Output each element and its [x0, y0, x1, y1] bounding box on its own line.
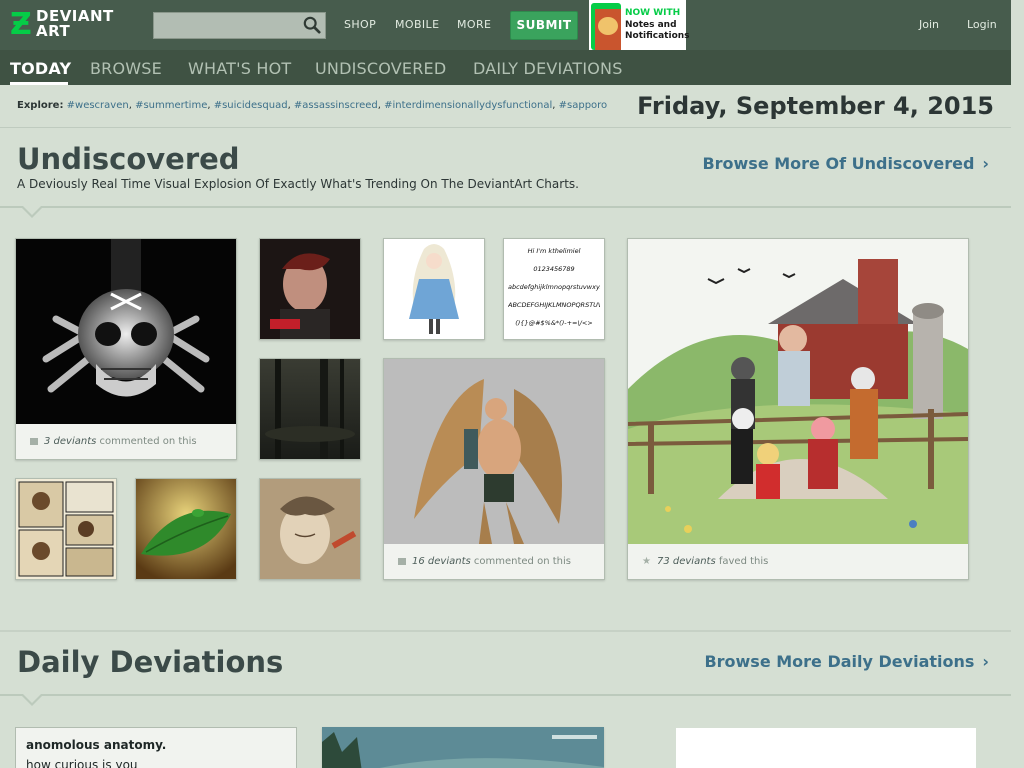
deviation-thumbnail[interactable] [260, 479, 360, 579]
logo-text-bottom: ART [36, 22, 71, 40]
section-nav: TODAY BROWSE WHAT'S HOT UNDISCOVERED DAI… [0, 50, 1011, 85]
undiscovered-subtitle: A Deviously Real Time Visual Explosion O… [17, 177, 579, 191]
card-action: faved this [718, 556, 769, 567]
browse-more-undiscovered-label: Browse More Of Undiscovered [702, 154, 975, 173]
divider-notch [21, 206, 43, 218]
tab-browse[interactable]: BROWSE [90, 59, 162, 78]
card-action: commented on this [99, 436, 197, 447]
deviantart-logo[interactable]: Ƶ DEVIANT ART [10, 8, 130, 42]
join-link[interactable]: Join [919, 18, 939, 31]
deviation-card[interactable]: 16 deviants commented on this [383, 358, 605, 580]
font-sample-line: 0123456789 [533, 265, 575, 273]
comment-icon [30, 437, 38, 445]
deviation-thumbnail[interactable] [384, 359, 604, 544]
search-icon[interactable] [303, 16, 321, 34]
deviation-thumbnail[interactable] [322, 727, 604, 768]
search-input[interactable] [153, 12, 326, 39]
daily-deviation-card[interactable] [676, 728, 976, 768]
explore-tag[interactable]: #summertime [135, 100, 207, 111]
page-date: Friday, September 4, 2015 [637, 92, 994, 120]
submit-button[interactable]: SUBMIT [510, 11, 578, 40]
star-icon: ★ [642, 556, 651, 567]
deviation-thumbnail[interactable] [260, 239, 360, 339]
browse-more-daily-label: Browse More Daily Deviations [704, 652, 975, 671]
undiscovered-title: Undiscovered [17, 142, 240, 176]
card-stats: 3 deviants commented on this [16, 424, 236, 459]
top-header: Ƶ DEVIANT ART SHOP MOBILE MORE SUBMIT NO… [0, 0, 1011, 50]
explore-tag[interactable]: #sapporo [559, 100, 608, 111]
explore-tag[interactable]: #wescraven [67, 100, 129, 111]
tab-daily-deviations[interactable]: DAILY DEVIATIONS [473, 59, 623, 78]
explore-tags: Explore: #wescraven, #summertime, #suici… [17, 100, 608, 111]
deviation-thumbnail[interactable] [628, 239, 968, 544]
card-action: commented on this [473, 556, 571, 567]
deviation-card[interactable] [259, 478, 361, 580]
deviation-thumbnail[interactable] [136, 479, 236, 579]
promo-line-2: Notifications [625, 31, 690, 41]
section-divider [0, 694, 1011, 696]
deviation-thumbnail[interactable] [384, 239, 484, 339]
explore-tag[interactable]: #interdimensionallydysfunctional [384, 100, 552, 111]
deviation-card[interactable] [15, 478, 117, 580]
section-divider [0, 206, 1011, 208]
daily-deviation-card[interactable]: anomolous anatomy. how curious is you [15, 727, 297, 768]
deviation-title[interactable]: anomolous anatomy. [26, 738, 166, 752]
font-sample-line: (){}@#$%&*()-+=\/<> [515, 319, 593, 327]
explore-tag[interactable]: #assassinscreed [294, 100, 378, 111]
deviation-card[interactable] [383, 238, 485, 340]
deviation-card[interactable] [135, 478, 237, 580]
deviant-count[interactable]: 73 deviants [657, 556, 716, 567]
chevron-right-icon: › [982, 652, 989, 671]
promo-line-1: Notes and [625, 20, 677, 30]
nav-mobile[interactable]: MOBILE [395, 18, 439, 31]
divider-notch [21, 694, 43, 706]
section-divider [0, 630, 1011, 632]
font-sample-line: Hi I'm kthelimiel [527, 247, 581, 255]
browse-more-undiscovered-link[interactable]: Browse More Of Undiscovered › [702, 154, 989, 173]
mobile-app-promo[interactable]: NOW WITH Notes and Notifications [589, 0, 690, 50]
nav-more[interactable]: MORE [457, 18, 491, 31]
comment-icon [398, 557, 406, 565]
deviation-excerpt: how curious is you [26, 758, 138, 768]
deviation-card[interactable]: 3 deviants commented on this [15, 238, 237, 460]
chevron-right-icon: › [982, 154, 989, 173]
card-stats: 16 deviants commented on this [384, 544, 604, 579]
deviation-thumbnail[interactable] [16, 239, 236, 424]
deviation-card[interactable]: Hi I'm kthelimiel 0123456789 abcdefghijk… [503, 238, 605, 340]
deviant-count[interactable]: 3 deviants [44, 436, 96, 447]
explore-label: Explore: [17, 100, 64, 111]
deviant-count[interactable]: 16 deviants [412, 556, 471, 567]
deviation-thumbnail[interactable] [260, 359, 360, 459]
tab-whats-hot[interactable]: WHAT'S HOT [188, 59, 291, 78]
daily-deviations-title: Daily Deviations [17, 645, 284, 679]
deviantart-logo-icon: Ƶ [10, 7, 32, 42]
card-stats: ★ 73 deviants faved this [628, 544, 968, 579]
tab-undiscovered[interactable]: UNDISCOVERED [315, 59, 446, 78]
deviation-thumbnail[interactable]: Hi I'm kthelimiel 0123456789 abcdefghijk… [504, 239, 604, 339]
tab-today[interactable]: TODAY [10, 59, 71, 78]
font-sample-line: ABCDEFGHIJKLMNOPQRSTUVW [508, 301, 600, 309]
login-link[interactable]: Login [967, 18, 997, 31]
font-sample-line: abcdefghijklmnopqrstuvwxyz [508, 283, 600, 291]
promo-now-with: NOW WITH [625, 8, 681, 18]
deviation-card[interactable] [259, 238, 361, 340]
phone-icon [591, 3, 621, 50]
browse-more-daily-link[interactable]: Browse More Daily Deviations › [704, 652, 989, 671]
daily-deviation-card[interactable] [322, 727, 604, 768]
deviation-card[interactable]: ★ 73 deviants faved this [627, 238, 969, 580]
deviation-thumbnail[interactable] [16, 479, 116, 579]
explore-tag[interactable]: #suicidesquad [214, 100, 288, 111]
nav-shop[interactable]: SHOP [344, 18, 376, 31]
deviation-card[interactable] [259, 358, 361, 460]
